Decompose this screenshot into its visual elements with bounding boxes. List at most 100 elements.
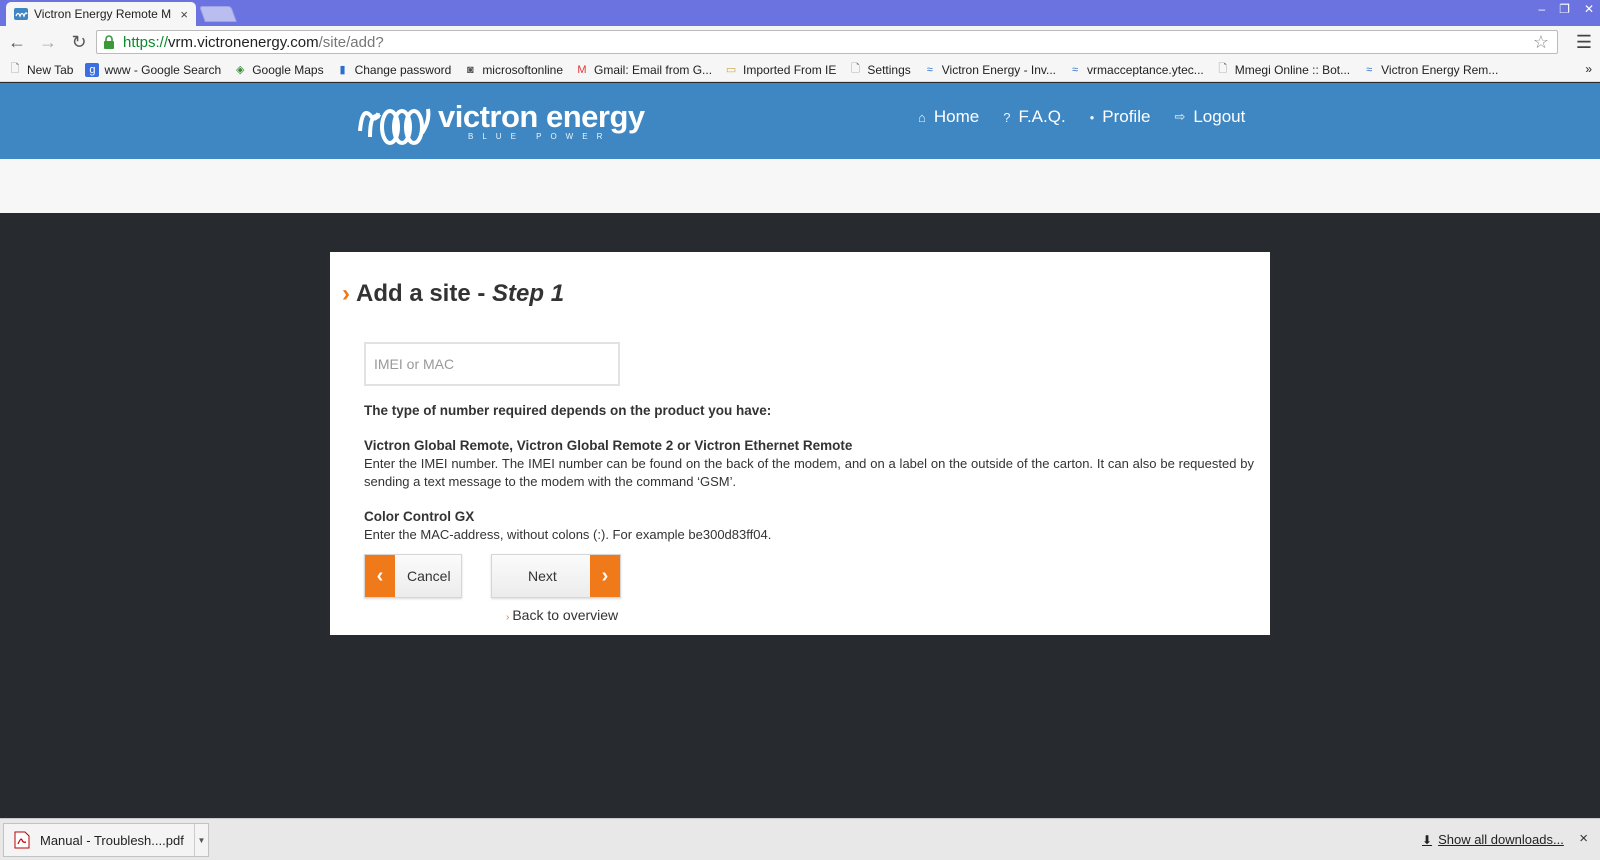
lock-icon bbox=[104, 35, 114, 49]
next-label: Next bbox=[528, 568, 557, 584]
cancel-button[interactable]: ‹ Cancel bbox=[364, 554, 462, 598]
gx-heading: Color Control GX bbox=[364, 509, 475, 524]
new-tab-button[interactable] bbox=[199, 6, 237, 22]
question-icon: ? bbox=[1003, 109, 1011, 125]
nav-logout[interactable]: ⇨ Logout bbox=[1174, 107, 1245, 127]
show-all-label: Show all downloads... bbox=[1438, 832, 1564, 847]
cancel-label: Cancel bbox=[407, 568, 451, 584]
bookmark-item[interactable]: ≈ vrmacceptance.ytec... bbox=[1068, 63, 1204, 77]
site-header: victron energy BLUE POWER ⌂ Home ? F.A.Q… bbox=[0, 83, 1600, 159]
forward-arrow-icon[interactable]: → bbox=[34, 28, 62, 56]
bookmark-label: vrmacceptance.ytec... bbox=[1087, 62, 1204, 77]
nav-home-label: Home bbox=[933, 107, 980, 126]
bookmark-label: Imported From IE bbox=[743, 62, 837, 77]
user-icon: ◙ bbox=[466, 63, 474, 76]
bookmark-label: Settings bbox=[867, 62, 911, 77]
show-all-downloads-link[interactable]: ⬇ Show all downloads... bbox=[1422, 832, 1564, 847]
page-icon: 🗋 bbox=[1218, 63, 1228, 75]
sub-header-bar bbox=[0, 159, 1600, 213]
small-chevron-icon: › bbox=[506, 612, 510, 623]
bookmark-item[interactable]: 🗋 New Tab bbox=[8, 62, 74, 77]
victron-favicon-icon bbox=[14, 8, 28, 20]
gmail-icon: M bbox=[577, 63, 587, 76]
victron-icon: ≈ bbox=[1072, 63, 1079, 76]
tab-title: Victron Energy Remote M bbox=[34, 7, 172, 21]
user-icon: • bbox=[1089, 109, 1095, 125]
bookmark-label: www - Google Search bbox=[104, 62, 222, 77]
bookmark-item[interactable]: 🗋 Mmegi Online :: Bot... bbox=[1216, 63, 1350, 77]
bookmark-label: Google Maps bbox=[252, 62, 324, 77]
nav-profile[interactable]: • Profile bbox=[1090, 107, 1151, 127]
download-file-name: Manual - Troublesh....pdf bbox=[40, 832, 184, 848]
intro-text: The type of number required depends on t… bbox=[364, 403, 772, 418]
bookmarks-bar: 🗋 New Tab g www - Google Search ◈ Google Maps… bbox=[0, 58, 1600, 82]
chevron-right-icon: › bbox=[590, 555, 620, 597]
bookmark-item[interactable]: 🗋 Settings bbox=[848, 62, 911, 77]
window-controls: – ❐ ✕ bbox=[1538, 0, 1594, 18]
add-site-card: › Add a site - Step 1 The type of number… bbox=[330, 252, 1270, 635]
bookmark-item[interactable]: ≈ Victron Energy - Inv... bbox=[923, 63, 1056, 77]
victron-logo-mark-icon bbox=[358, 108, 431, 145]
google-icon: g bbox=[85, 62, 100, 77]
gx-description: Enter the MAC-address, without colons (:… bbox=[364, 527, 772, 542]
remote-description: Enter the IMEI number. The IMEI number c… bbox=[364, 456, 1254, 489]
browser-menu-icon[interactable]: ☰ bbox=[1576, 32, 1592, 53]
imei-mac-input[interactable] bbox=[364, 342, 620, 386]
office-icon: ▮ bbox=[339, 64, 346, 76]
url-host: vrm.victronenergy.com bbox=[168, 33, 319, 51]
chevron-right-icon: › bbox=[342, 280, 350, 307]
address-bar[interactable]: https://vrm.victronenergy.com/site/add? … bbox=[96, 30, 1558, 54]
bookmark-item[interactable]: ◙ microsoftonline bbox=[463, 63, 563, 77]
downloads-bar: Manual - Troublesh....pdf ▼ ⬇ Show all d… bbox=[0, 818, 1600, 860]
page-title: › Add a site - Step 1 bbox=[342, 280, 564, 308]
pdf-file-icon bbox=[14, 831, 30, 849]
minimize-icon[interactable]: – bbox=[1538, 2, 1545, 16]
bookmark-label: Gmail: Email from G... bbox=[594, 62, 713, 77]
bookmark-label: Mmegi Online :: Bot... bbox=[1234, 62, 1351, 77]
close-downloads-icon[interactable]: × bbox=[1579, 830, 1588, 847]
bookmark-item[interactable]: g www - Google Search bbox=[85, 62, 222, 77]
browser-toolbar: ← → ↻ https://vrm.victronenergy.com/site… bbox=[0, 26, 1600, 58]
restore-icon[interactable]: ❐ bbox=[1559, 2, 1570, 16]
nav-faq[interactable]: ? F.A.Q. bbox=[1003, 107, 1065, 127]
bookmarks-overflow-icon[interactable]: » bbox=[1585, 62, 1592, 76]
page-icon: 🗋 bbox=[10, 63, 20, 75]
nav-home[interactable]: ⌂ Home bbox=[918, 107, 979, 127]
bookmark-item[interactable]: ◈ Google Maps bbox=[233, 62, 324, 77]
remote-heading: Victron Global Remote, Victron Global Re… bbox=[364, 438, 853, 453]
victron-icon: ≈ bbox=[1366, 63, 1373, 76]
home-icon: ⌂ bbox=[918, 109, 926, 125]
browser-tabstrip: Victron Energy Remote M × – ❐ ✕ bbox=[0, 0, 1600, 26]
browser-tab-active[interactable]: Victron Energy Remote M × bbox=[6, 2, 196, 26]
bookmark-item[interactable]: ≈ Victron Energy Rem... bbox=[1362, 63, 1498, 77]
victron-logo[interactable]: victron energy BLUE POWER bbox=[356, 93, 645, 149]
download-menu-caret-icon[interactable]: ▼ bbox=[194, 824, 208, 856]
download-item[interactable]: Manual - Troublesh....pdf ▼ bbox=[3, 823, 209, 857]
page-title-step: Step 1 bbox=[492, 280, 565, 307]
reload-icon[interactable]: ↻ bbox=[65, 28, 93, 56]
nav-profile-label: Profile bbox=[1102, 107, 1151, 126]
logo-name: victron energy bbox=[438, 98, 645, 134]
download-arrow-icon: ⬇ bbox=[1422, 832, 1433, 847]
next-button[interactable]: Next › bbox=[491, 554, 621, 598]
victron-icon: ≈ bbox=[926, 63, 933, 76]
bookmark-item[interactable]: ▮ Change password bbox=[336, 63, 452, 77]
back-arrow-icon[interactable]: ← bbox=[3, 28, 31, 56]
bookmark-item[interactable]: ▭ Imported From IE bbox=[724, 62, 837, 77]
page-title-main: Add a site - bbox=[356, 280, 486, 307]
tab-close-icon[interactable]: × bbox=[180, 7, 188, 22]
bookmark-label: microsoftonline bbox=[482, 62, 564, 77]
close-window-icon[interactable]: ✕ bbox=[1584, 2, 1594, 16]
page-icon: 🗋 bbox=[850, 63, 860, 75]
bookmark-label: New Tab bbox=[27, 62, 74, 77]
bookmark-label: Victron Energy Rem... bbox=[1381, 62, 1499, 77]
back-label: Back to overview bbox=[512, 607, 619, 623]
bookmark-item[interactable]: M Gmail: Email from G... bbox=[575, 63, 712, 77]
folder-icon: ▭ bbox=[725, 64, 737, 76]
logo-tagline: BLUE POWER bbox=[468, 131, 612, 141]
bookmark-star-icon[interactable]: ☆ bbox=[1533, 32, 1549, 53]
logout-icon: ⇨ bbox=[1174, 109, 1186, 124]
nav-logout-label: Logout bbox=[1193, 107, 1246, 126]
url-scheme: https:// bbox=[123, 33, 169, 51]
back-to-overview-link[interactable]: › Back to overview bbox=[506, 607, 618, 623]
